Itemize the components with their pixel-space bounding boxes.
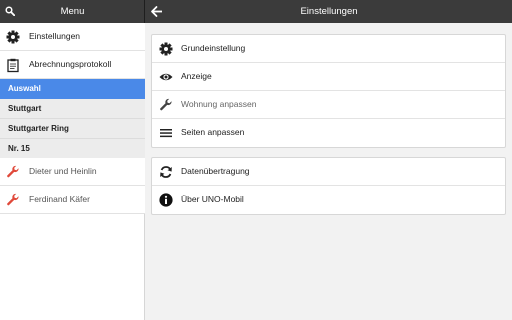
info-icon <box>159 193 173 207</box>
list-icon <box>160 129 172 138</box>
gear-icon <box>6 30 20 44</box>
sidebar-item-settings[interactable]: Einstellungen <box>0 23 145 51</box>
menu-title: Menu <box>60 6 85 17</box>
sidebar-item-resident[interactable]: Dieter und Heinlin <box>0 158 145 186</box>
sidebar-item-label: Einstellungen <box>29 31 81 41</box>
wrench-icon <box>7 165 19 178</box>
settings-row-about[interactable]: Über UNO-Mobil <box>152 186 505 214</box>
selection-number-label: Nr. 15 <box>8 144 30 153</box>
selection-heading-label: Auswahl <box>8 84 41 93</box>
settings-row-adjust-pages[interactable]: Seiten anpassen <box>152 119 505 147</box>
selection-city-label: Stuttgart <box>8 104 42 113</box>
settings-row-display[interactable]: Anzeige <box>152 63 505 91</box>
settings-row-label: Seiten anpassen <box>181 127 245 137</box>
settings-group-main: Grundeinstellung Anzeige Wohnung anpasse… <box>151 34 506 148</box>
settings-row-data-transfer[interactable]: Datenübertragung <box>152 158 505 186</box>
sidebar-item-resident[interactable]: Ferdinand Käfer <box>0 186 145 214</box>
clipboard-icon <box>7 58 19 73</box>
selection-city[interactable]: Stuttgart <box>0 99 145 119</box>
selection-street[interactable]: Stuttgarter Ring <box>0 119 145 139</box>
wrench-icon <box>7 193 19 206</box>
settings-group-info: Datenübertragung Über UNO-Mobil <box>151 157 506 215</box>
menu-header: Menu <box>0 0 145 23</box>
sidebar: Einstellungen Abrechnungsprotokoll Auswa… <box>0 23 145 320</box>
sidebar-item-label: Abrechnungsprotokoll <box>29 59 112 69</box>
sidebar-item-label: Ferdinand Käfer <box>29 194 90 204</box>
eye-icon <box>159 73 173 81</box>
settings-row-label: Wohnung anpassen <box>181 99 257 109</box>
page-title: Einstellungen <box>300 6 358 17</box>
gear-icon <box>159 42 173 56</box>
top-bar: Menu Einstellungen <box>0 0 512 23</box>
sidebar-item-billing-log[interactable]: Abrechnungsprotokoll <box>0 51 145 79</box>
selection-street-label: Stuttgarter Ring <box>8 124 69 133</box>
selection-heading[interactable]: Auswahl <box>0 79 145 99</box>
selection-house-number[interactable]: Nr. 15 <box>0 139 145 159</box>
settings-row-label: Anzeige <box>181 71 212 81</box>
sync-icon <box>160 166 172 178</box>
settings-row-label: Grundeinstellung <box>181 43 246 53</box>
settings-row-adjust-apartment[interactable]: Wohnung anpassen <box>152 91 505 119</box>
wrench-icon <box>160 98 172 111</box>
settings-row-label: Datenübertragung <box>181 166 250 176</box>
sidebar-item-label: Dieter und Heinlin <box>29 166 97 176</box>
settings-row-label: Über UNO-Mobil <box>181 194 244 204</box>
settings-row-basic[interactable]: Grundeinstellung <box>152 35 505 63</box>
